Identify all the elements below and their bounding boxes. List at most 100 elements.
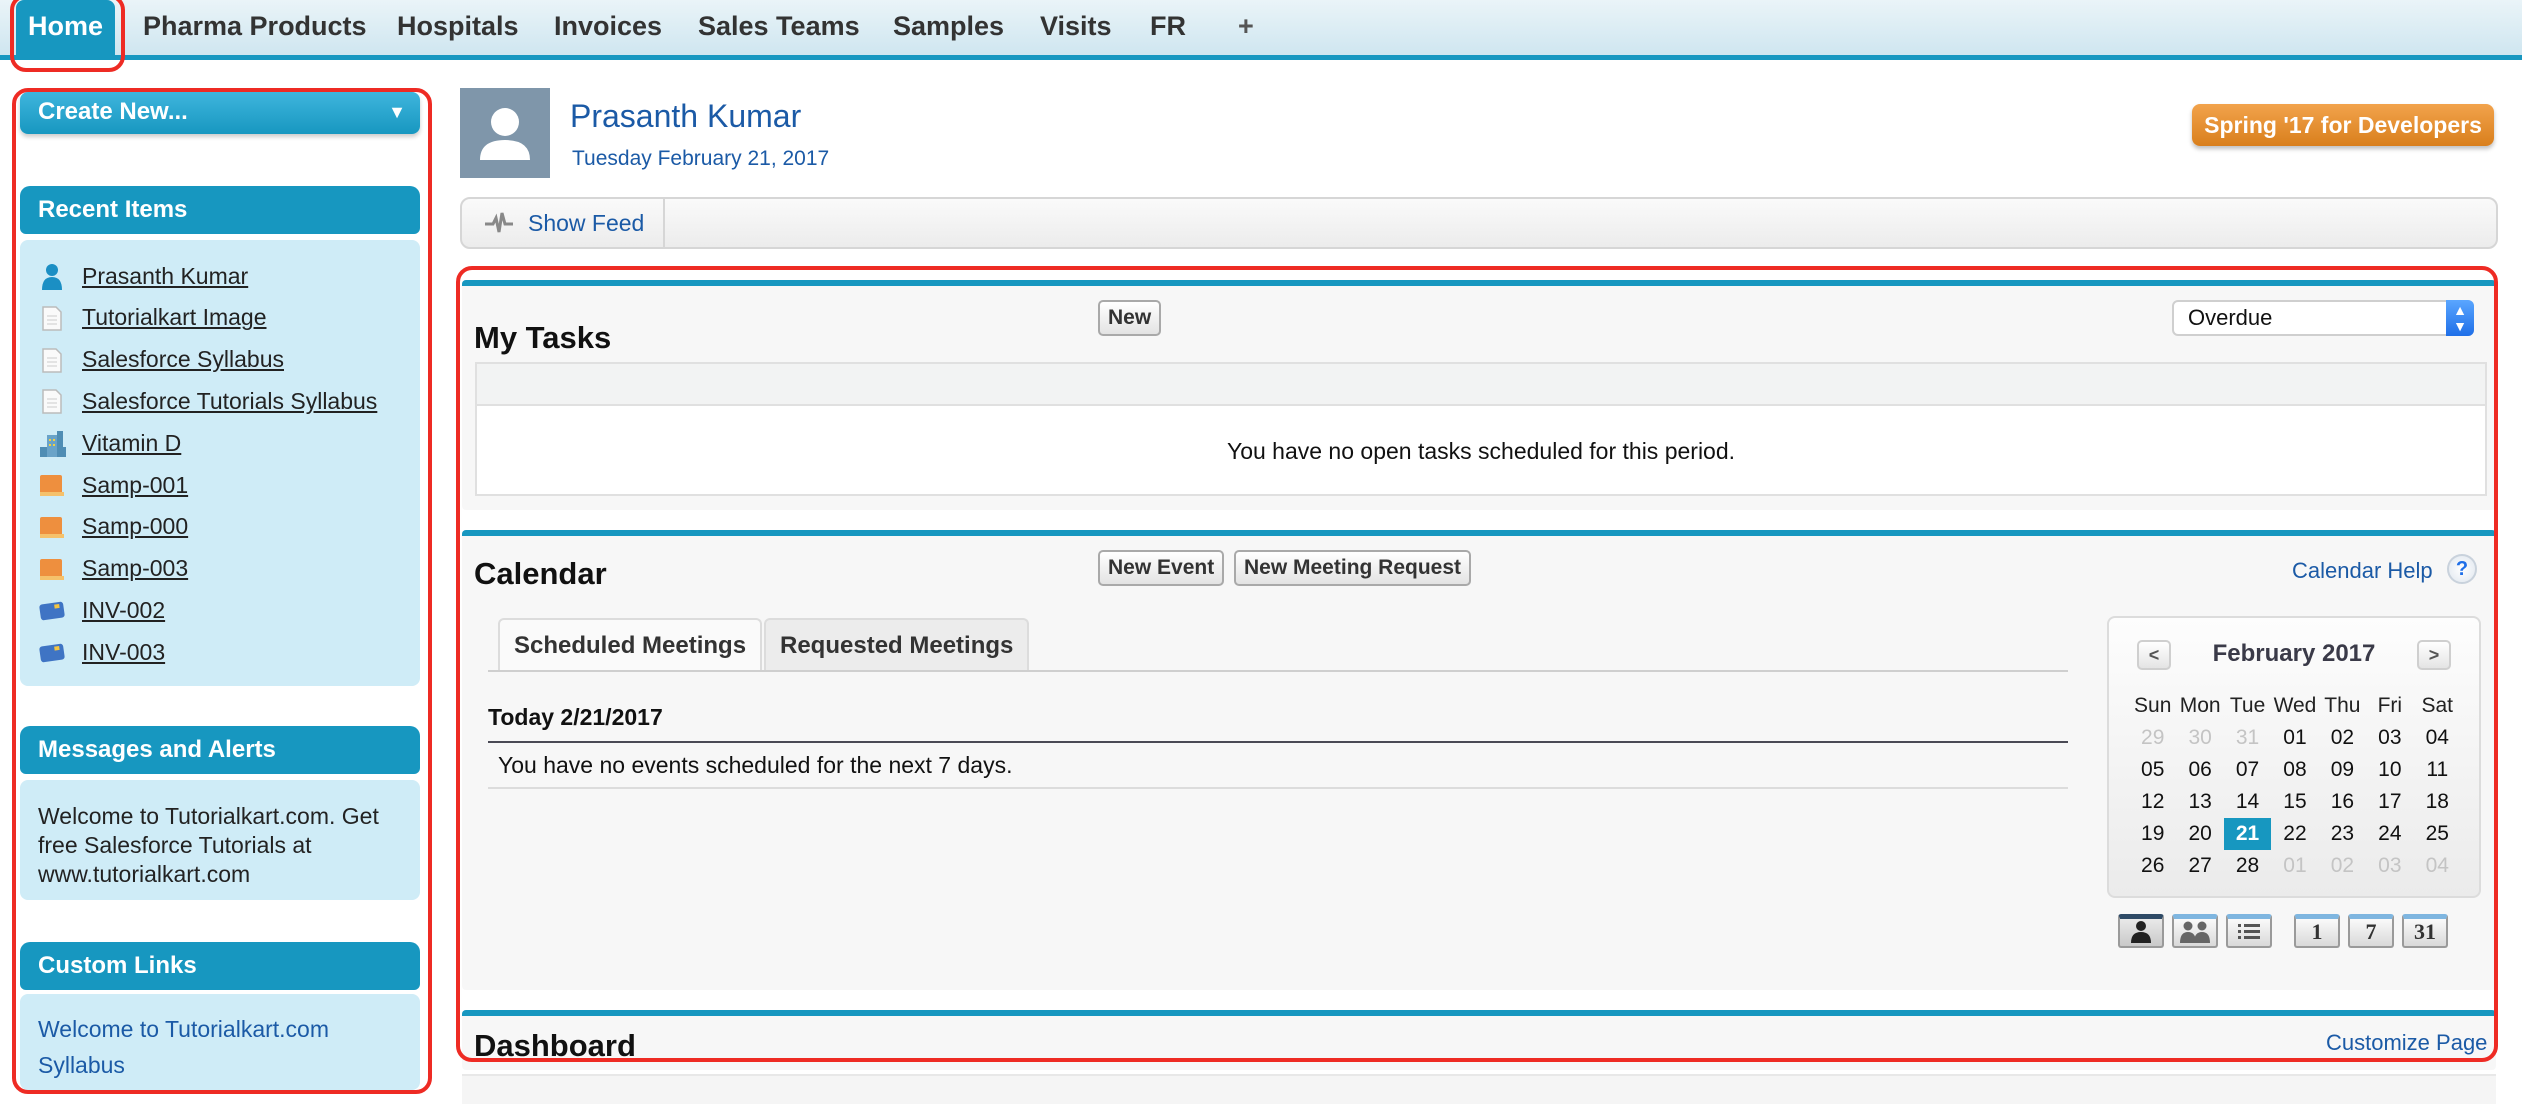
help-question-icon[interactable]: ? (2447, 554, 2477, 584)
custom-link-syllabus[interactable]: Syllabus (38, 1052, 125, 1079)
tab-sales-teams[interactable]: Sales Teams (686, 0, 872, 55)
calendar-day[interactable]: 11 (2414, 754, 2461, 786)
calendar-day[interactable]: 04 (2414, 850, 2461, 882)
custom-links-body: Welcome to Tutorialkart.com Syllabus (20, 994, 420, 1090)
calendar-day[interactable]: 05 (2129, 754, 2176, 786)
calendar-help-link[interactable]: Calendar Help (2292, 558, 2433, 584)
tab-fr[interactable]: FR (1138, 0, 1198, 55)
calendar-day[interactable]: 17 (2366, 786, 2413, 818)
weekday-label: Sat (2421, 694, 2453, 717)
task-filter-select[interactable]: Overdue ▲ ▼ (2172, 300, 2474, 336)
weekday-label: Fri (2377, 694, 2403, 717)
new-event-button[interactable]: New Event (1098, 550, 1225, 586)
calendar-day[interactable]: 25 (2414, 818, 2461, 850)
calendar-day[interactable]: 01 (2271, 850, 2318, 882)
calendar-day[interactable]: 24 (2366, 818, 2413, 850)
no-events-message: You have no events scheduled for the nex… (498, 752, 1013, 778)
recent-item-link[interactable]: Samp-000 (38, 509, 188, 545)
recent-item-label: INV-003 (82, 638, 166, 665)
user-icon (38, 262, 66, 290)
calendar-day[interactable]: 22 (2271, 818, 2318, 850)
calendar-day[interactable]: 27 (2176, 850, 2223, 882)
recent-item-link[interactable]: Tutorialkart Image (38, 300, 267, 336)
new-task-button[interactable]: New (1098, 300, 1162, 336)
custom-links-header: Custom Links (20, 942, 420, 990)
list-view-icon[interactable] (2226, 914, 2272, 948)
calendar-week-row: 26 27 28 01 02 03 04 (2129, 850, 2461, 882)
tab-home[interactable]: Home (16, 0, 116, 55)
recent-item-link[interactable]: INV-003 (38, 634, 165, 670)
tab-pharma-products[interactable]: Pharma Products (131, 0, 379, 55)
day-view-button[interactable]: 1 (2294, 914, 2340, 948)
next-month-button[interactable]: > (2417, 640, 2451, 670)
document-icon (38, 387, 66, 415)
document-icon (38, 346, 66, 374)
calendar-day[interactable]: 26 (2129, 850, 2176, 882)
create-new-button[interactable]: Create New... ▼ (20, 92, 420, 134)
invoice-card-icon (38, 596, 66, 624)
week-view-button[interactable]: 7 (2348, 914, 2394, 948)
today-label: Today 2/21/2017 (488, 704, 663, 730)
new-meeting-request-button[interactable]: New Meeting Request (1234, 550, 1472, 586)
recent-item-link[interactable]: Samp-001 (38, 467, 188, 503)
sample-icon (38, 555, 66, 583)
release-notes-button[interactable]: Spring '17 for Developers (2192, 104, 2494, 146)
calendar-day-today[interactable]: 21 (2223, 818, 2272, 850)
calendar-day[interactable]: 07 (2224, 754, 2271, 786)
calendar-day[interactable]: 12 (2129, 786, 2176, 818)
multi-user-view-icon[interactable] (2172, 914, 2218, 948)
calendar-day[interactable]: 03 (2366, 850, 2413, 882)
month-view-button[interactable]: 31 (2402, 914, 2448, 948)
recent-item-link[interactable]: Salesforce Tutorials Syllabus (38, 383, 377, 419)
dashboard-title: Dashboard (474, 1028, 636, 1063)
calendar-day[interactable]: 02 (2319, 850, 2366, 882)
calendar-day[interactable]: 15 (2271, 786, 2318, 818)
calendar-day[interactable]: 04 (2414, 722, 2461, 754)
calendar-day[interactable]: 28 (2224, 850, 2271, 882)
select-arrows-icon: ▲ ▼ (2446, 300, 2474, 336)
calendar-day[interactable]: 13 (2176, 786, 2223, 818)
tab-samples[interactable]: Samples (881, 0, 1016, 55)
user-silhouette-icon (480, 108, 530, 160)
calendar-day[interactable]: 02 (2319, 722, 2366, 754)
tab-visits[interactable]: Visits (1028, 0, 1124, 55)
calendar-day[interactable]: 18 (2414, 786, 2461, 818)
tab-hospitals[interactable]: Hospitals (385, 0, 531, 55)
calendar-day[interactable]: 14 (2224, 786, 2271, 818)
recent-item-link[interactable]: Vitamin D (38, 425, 181, 461)
add-tab-plus-icon[interactable]: + (1226, 0, 1266, 55)
custom-link-tutorialkart[interactable]: Welcome to Tutorialkart.com (38, 1016, 329, 1043)
tab-invoices[interactable]: Invoices (542, 0, 674, 55)
calendar-day[interactable]: 09 (2319, 754, 2366, 786)
calendar-day[interactable]: 06 (2176, 754, 2223, 786)
calendar-day[interactable]: 10 (2366, 754, 2413, 786)
recent-item-link[interactable]: Prasanth Kumar (38, 258, 248, 294)
dashboard-panel: Dashboard (462, 1010, 2496, 1070)
calendar-day[interactable]: 30 (2176, 722, 2223, 754)
tab-requested-meetings[interactable]: Requested Meetings (764, 618, 1030, 672)
recent-item-link[interactable]: Salesforce Syllabus (38, 342, 284, 378)
calendar-day[interactable]: 19 (2129, 818, 2176, 850)
create-new-label: Create New... (38, 98, 188, 125)
recent-item-label: Salesforce Tutorials Syllabus (82, 387, 378, 414)
calendar-day[interactable]: 08 (2271, 754, 2318, 786)
weekday-label: Sun (2134, 694, 2172, 717)
calendar-day[interactable]: 03 (2366, 722, 2413, 754)
recent-item-link[interactable]: Samp-003 (38, 551, 188, 587)
calendar-day[interactable]: 29 (2129, 722, 2176, 754)
recent-item-link[interactable]: INV-002 (38, 592, 165, 628)
calendar-day[interactable]: 20 (2176, 818, 2223, 850)
calendar-day[interactable]: 16 (2319, 786, 2366, 818)
calendar-day[interactable]: 01 (2271, 722, 2318, 754)
tab-scheduled-meetings[interactable]: Scheduled Meetings (498, 618, 763, 672)
calendar-week-row: 12 13 14 15 16 17 18 (2129, 786, 2461, 818)
user-name-link[interactable]: Prasanth Kumar (570, 98, 801, 135)
show-feed-button[interactable]: Show Feed (462, 199, 665, 247)
single-user-view-icon[interactable] (2118, 914, 2164, 948)
tasks-table: You have no open tasks scheduled for thi… (475, 362, 2487, 496)
task-filter-value: Overdue (2188, 305, 2273, 330)
customize-page-link[interactable]: Customize Page (2326, 1030, 2487, 1056)
user-avatar[interactable] (460, 88, 550, 178)
calendar-day[interactable]: 23 (2319, 818, 2366, 850)
calendar-day[interactable]: 31 (2224, 722, 2271, 754)
